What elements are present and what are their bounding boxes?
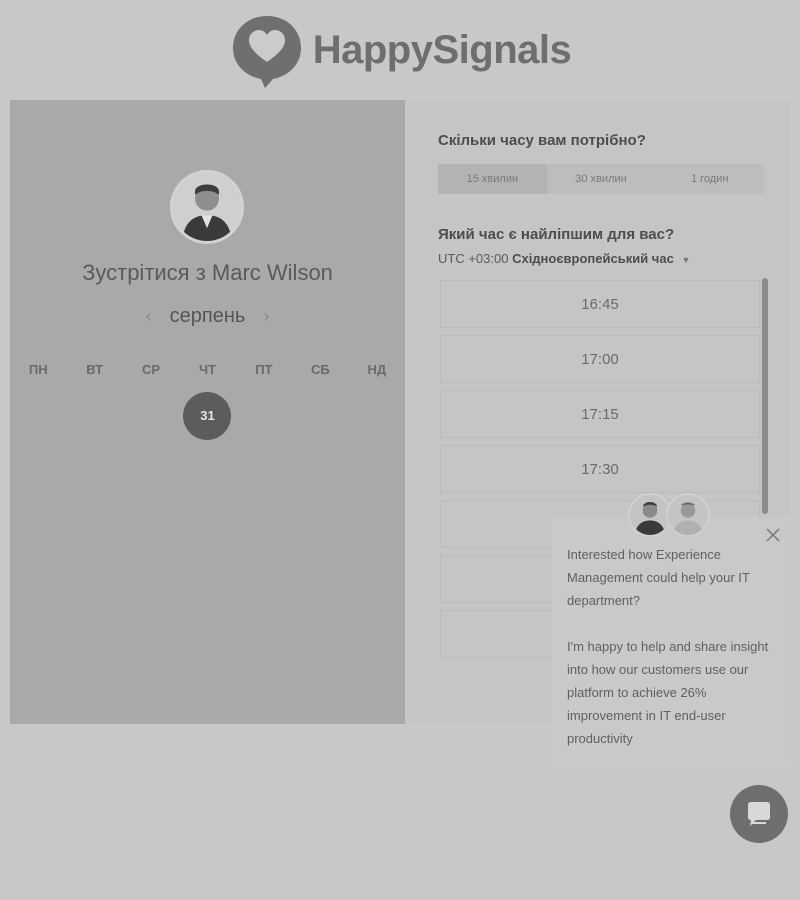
calendar-day [123,608,179,655]
popup-paragraph: Interested how Experience Management cou… [567,547,750,608]
timezone-selector[interactable]: UTC +03:00 Східноєвропейський час ▼ [438,251,690,266]
calendar-day [349,554,405,601]
weekday-label: ПН [28,362,48,377]
popup-avatars [628,493,710,537]
calendar-day-selected-cell[interactable]: 31 [179,391,235,440]
slot-list-scrollbar[interactable] [762,278,768,514]
calendar-day [292,554,348,601]
weekday-label: СР [142,362,161,377]
calendar-grid: 31 [10,391,405,655]
duration-option-15[interactable]: 15 хвилин [438,164,547,194]
caret-down-icon: ▼ [681,255,691,265]
time-slot[interactable]: 17:00 [440,335,760,383]
calendar-day [123,500,179,547]
calendar-day [123,446,179,493]
time-question: Який час є найліпшим для вас? [438,226,675,243]
calendar-day [292,392,348,439]
weekday-label: НД [367,362,387,377]
time-slot[interactable]: 17:15 [440,390,760,438]
calendar-day [66,608,122,655]
calendar-day [236,446,292,493]
close-icon[interactable] [764,526,782,544]
calendar-day [179,554,235,601]
duration-question: Скільки часу вам потрібно? [438,132,646,149]
chat-launcher-button[interactable] [730,785,788,843]
weekday-label: ВТ [86,362,104,377]
month-navigation: ‹ серпень › [10,305,405,328]
calendar-day [179,608,235,655]
time-slot[interactable]: 17:30 [440,445,760,493]
calendar-day [66,392,122,439]
time-slot[interactable]: 16:45 [440,280,760,328]
duration-option-30[interactable]: 30 хвилин [547,164,656,194]
calendar-day-selected[interactable]: 31 [183,391,232,440]
calendar-day [292,608,348,655]
calendar-day [10,608,66,655]
calendar-day [66,554,122,601]
weekday-header: ПН ВТ СР ЧТ ПТ СБ НД [10,362,405,377]
timezone-offset: UTC +03:00 [438,251,509,266]
duration-selector: 15 хвилин 30 хвилин 1 годин [438,164,764,194]
calendar-day [236,608,292,655]
header: HappySignals [0,0,800,100]
chat-icon [748,802,770,826]
weekday-label: ЧТ [198,362,217,377]
calendar-day [236,500,292,547]
popup-paragraph: I'm happy to help and share insight into… [567,639,769,746]
chevron-left-icon[interactable]: ‹ [146,306,152,327]
meeting-title: Зустрітися з Marc Wilson [82,260,333,285]
calendar-day [292,446,348,493]
popup-message: Interested how Experience Management cou… [567,543,775,750]
chevron-right-icon[interactable]: › [263,306,269,327]
calendar-day [66,446,122,493]
agent-avatar [666,493,710,537]
calendar-day [349,392,405,439]
calendar-day [123,554,179,601]
calendar-day [10,500,66,547]
weekday-label: ПТ [255,362,273,377]
calendar-day [292,500,348,547]
calendar-panel: Зустрітися з Marc Wilson ‹ серпень › ПН … [10,100,405,724]
calendar-day [236,554,292,601]
calendar-day [10,446,66,493]
brand-name: HappySignals [312,27,572,72]
calendar-day [10,554,66,601]
speech-bubble-heart-icon [232,16,301,88]
month-label: серпень [169,305,246,327]
calendar-day [236,392,292,439]
calendar-day [349,446,405,493]
calendar-day [10,392,66,439]
calendar-day [66,500,122,547]
logo[interactable]: HappySignals [229,12,572,88]
calendar-day [179,500,235,547]
calendar-day [349,608,405,655]
timezone-name: Східноєвропейський час [512,251,674,266]
host-avatar [170,170,244,244]
calendar-day [123,392,179,439]
calendar-day [349,500,405,547]
weekday-label: СБ [310,362,330,377]
calendar-day [179,446,235,493]
duration-option-60[interactable]: 1 годин [655,164,764,194]
